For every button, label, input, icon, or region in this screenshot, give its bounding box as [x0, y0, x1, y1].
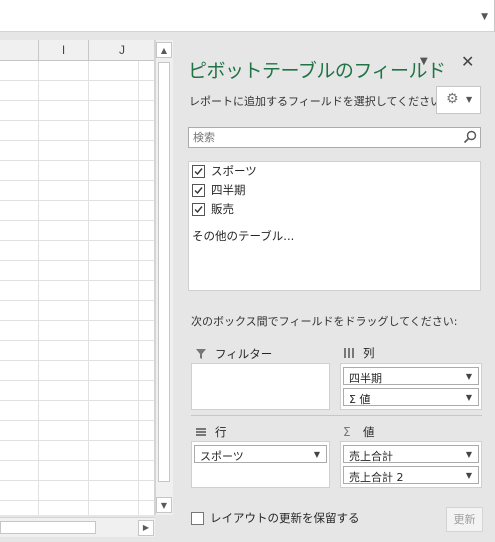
tools-button[interactable]: ⚙ ▼ — [436, 86, 481, 114]
filter-icon — [196, 349, 206, 359]
area-item-label: Σ 値 — [349, 393, 371, 406]
field-label: 四半期 — [211, 183, 246, 197]
worksheet-grid[interactable]: I J — [0, 40, 155, 515]
field-item-sales[interactable]: 販売 — [192, 200, 234, 218]
scroll-down-icon[interactable]: ▼ — [156, 497, 172, 513]
scroll-up-icon[interactable]: ▲ — [156, 42, 172, 58]
close-icon[interactable]: ✕ — [461, 52, 474, 71]
values-area-label: 値 — [363, 425, 375, 439]
chevron-down-icon[interactable]: ▼ — [466, 393, 472, 402]
areas-description: 次のボックス間でフィールドをドラッグしてください: — [191, 315, 458, 328]
defer-update-option[interactable]: レイアウトの更新を保留する — [191, 510, 360, 526]
search-icon[interactable] — [463, 130, 477, 144]
vertical-scrollbar[interactable]: ▲ ▼ — [155, 40, 173, 515]
update-button[interactable]: 更新 — [446, 507, 483, 532]
more-tables-link[interactable]: その他のテーブル... — [192, 228, 294, 244]
chevron-down-icon[interactable]: ▼ — [466, 471, 472, 480]
vertical-scroll-thumb[interactable] — [158, 62, 170, 482]
rows-area-header: 行 — [195, 424, 227, 440]
column-header-row: I J — [0, 40, 154, 61]
area-item-label: 四半期 — [349, 372, 382, 385]
defer-update-label: レイアウトの更新を保留する — [210, 511, 360, 525]
column-header-j[interactable]: J — [88, 40, 154, 61]
field-item-quarter[interactable]: 四半期 — [192, 181, 246, 199]
columns-item-values[interactable]: Σ 値 ▼ — [343, 388, 479, 406]
gear-icon: ⚙ — [446, 91, 459, 107]
pane-description: レポートに追加するフィールドを選択してください: — [189, 95, 445, 108]
horizontal-scroll-thumb[interactable] — [0, 521, 96, 534]
field-item-sports[interactable]: スポーツ — [192, 162, 257, 180]
pane-options-icon[interactable]: ▼ — [420, 56, 428, 67]
area-item-label: 売上合計 — [349, 450, 393, 463]
rows-drop-area[interactable]: スポーツ ▼ — [191, 441, 330, 488]
values-item-sum-sales-2[interactable]: 売上合計 2 ▼ — [343, 466, 479, 484]
columns-icon — [344, 348, 354, 358]
formula-expand-icon[interactable]: ▼ — [481, 12, 488, 22]
pane-title: ピボットテーブルのフィールド — [188, 60, 446, 82]
rows-area-label: 行 — [215, 425, 227, 439]
field-checkbox[interactable] — [192, 164, 205, 178]
sigma-icon: Σ — [343, 425, 351, 439]
values-area-header: Σ 値 — [343, 424, 375, 440]
field-list: スポーツ 四半期 販売 その他のテーブル... — [188, 161, 481, 291]
field-label: 販売 — [211, 202, 234, 216]
pivot-field-pane: ピボットテーブルのフィールド ▼ ✕ レポートに追加するフィールドを選択してくだ… — [174, 40, 495, 542]
chevron-down-icon[interactable]: ▼ — [466, 372, 472, 381]
defer-update-checkbox[interactable] — [191, 511, 204, 525]
search-input[interactable] — [189, 128, 459, 147]
area-item-label: 売上合計 2 — [349, 471, 404, 484]
rows-item-sports[interactable]: スポーツ ▼ — [194, 445, 327, 463]
cell-grid[interactable] — [0, 61, 154, 515]
values-drop-area[interactable]: 売上合計 ▼ 売上合計 2 ▼ — [340, 441, 482, 488]
columns-area-header: 列 — [343, 345, 375, 361]
field-checkbox[interactable] — [192, 183, 205, 197]
area-item-label: スポーツ — [200, 450, 244, 463]
values-item-sum-sales[interactable]: 売上合計 ▼ — [343, 445, 479, 463]
field-label: スポーツ — [211, 164, 257, 178]
columns-area-label: 列 — [363, 346, 375, 360]
filters-drop-area[interactable] — [191, 363, 330, 410]
area-divider — [191, 415, 482, 416]
formula-bar[interactable]: ▼ — [0, 0, 495, 32]
columns-item-quarter[interactable]: 四半期 ▼ — [343, 367, 479, 385]
chevron-down-icon: ▼ — [466, 95, 473, 104]
chevron-down-icon[interactable]: ▼ — [314, 450, 320, 459]
scroll-right-icon[interactable]: ▶ — [138, 520, 154, 536]
column-header-i[interactable]: I — [38, 40, 88, 61]
filters-area-label: フィルター — [215, 347, 273, 361]
search-box[interactable] — [188, 127, 481, 148]
rows-icon — [196, 428, 206, 436]
columns-drop-area[interactable]: 四半期 ▼ Σ 値 ▼ — [340, 363, 482, 410]
horizontal-scrollbar[interactable]: ▶ — [0, 517, 155, 537]
field-checkbox[interactable] — [192, 202, 205, 216]
filters-area-header: フィルター — [195, 346, 272, 362]
formula-bar-divider — [0, 32, 495, 40]
chevron-down-icon[interactable]: ▼ — [466, 450, 472, 459]
